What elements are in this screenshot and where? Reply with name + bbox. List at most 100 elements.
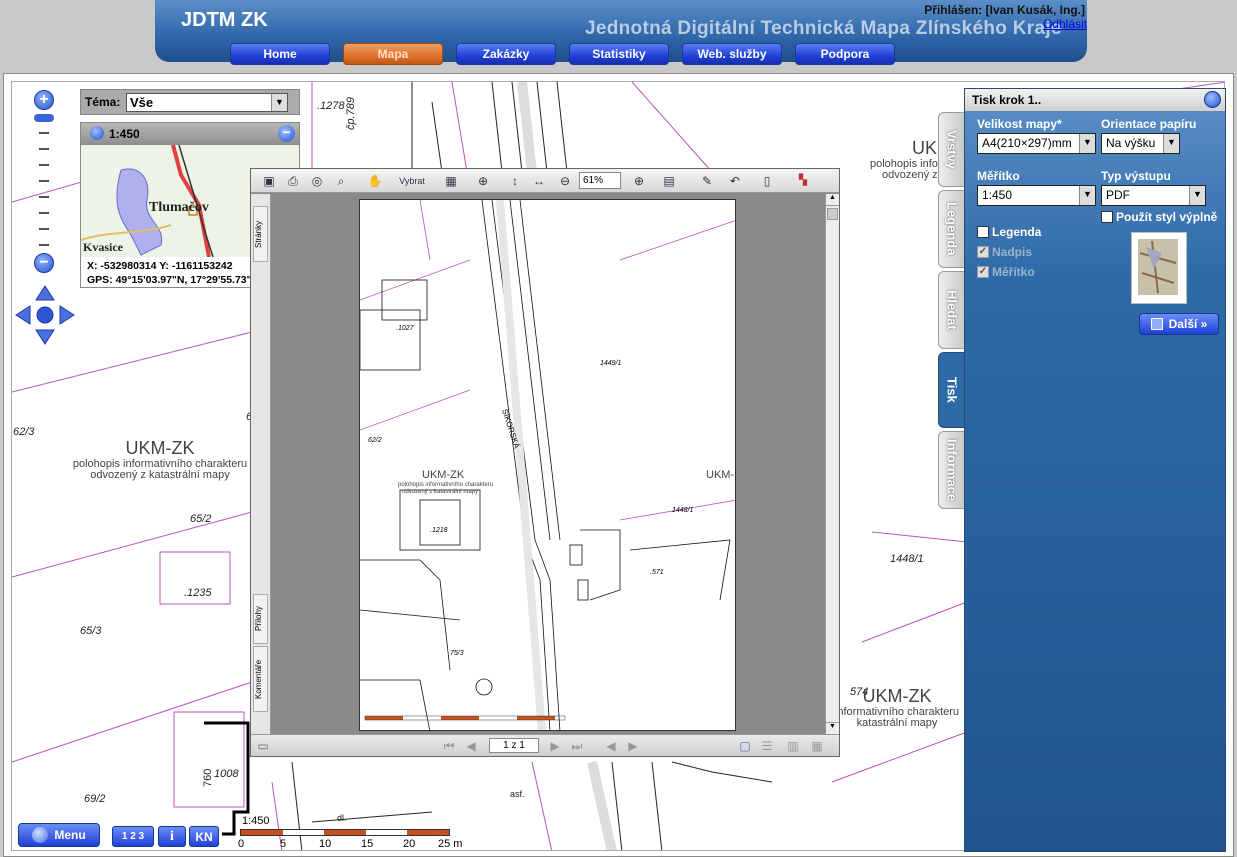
nav-zakazky-button[interactable]: Zakázky [456, 43, 556, 65]
email-icon[interactable]: ◎ [309, 173, 325, 189]
comment-icon[interactable]: ▯ [759, 173, 775, 189]
pdf-zoom-field[interactable]: 61% [579, 172, 621, 189]
legend-checkbox[interactable]: Legenda [977, 225, 1041, 239]
zoom-tick[interactable] [39, 228, 49, 230]
chevron-down-icon[interactable]: ▼ [1189, 186, 1205, 205]
chevron-down-icon[interactable]: ▼ [1079, 134, 1095, 153]
last-page-icon[interactable]: ⏭ [569, 738, 585, 754]
chevron-down-icon[interactable]: ▼ [1079, 186, 1095, 205]
zoom-tick[interactable] [39, 180, 49, 182]
ukm-label-right: UKM-ZK informativního charakteru katastr… [834, 686, 960, 729]
pdf-page-field[interactable]: 1 z 1 [489, 738, 539, 753]
prev-page-icon[interactable]: ◀ [463, 738, 479, 754]
two-page-continuous-icon[interactable]: ▦ [809, 738, 825, 754]
title-checkbox[interactable]: ✓ Nadpis [977, 245, 1032, 259]
nav-podpora-button[interactable]: Podpora [795, 43, 895, 65]
print-panel: Tisk krok 1.. Velikost mapy* A4(210×297)… [964, 88, 1226, 852]
pdf-page[interactable]: SÍKORSKÁ 1449/1 1448/1 .571 .1027 .1218 … [359, 199, 736, 731]
scroll-up-icon[interactable]: ▲ [826, 194, 839, 206]
two-page-icon[interactable]: ▥ [785, 738, 801, 754]
layer-order-button[interactable]: 1 2 3 [112, 826, 154, 847]
info-button[interactable]: i [158, 826, 186, 847]
pan-left-icon[interactable] [15, 305, 31, 325]
tab-hledat[interactable]: Hledat [938, 271, 965, 349]
chevron-down-icon[interactable]: ▼ [271, 94, 287, 111]
pdf-attachments-tab[interactable]: Přílohy [253, 594, 268, 644]
zoom-tick[interactable] [39, 196, 49, 198]
zoom-tick[interactable] [39, 164, 49, 166]
checkbox-box[interactable]: ✓ [977, 246, 989, 258]
pan-control[interactable] [14, 284, 76, 346]
next-icon [1150, 318, 1163, 330]
chevron-down-icon[interactable]: ▼ [1163, 134, 1179, 153]
pdf-comments-tab[interactable]: Komentáře [253, 646, 268, 712]
nav-webservices-button[interactable]: Web. služby [682, 43, 782, 65]
logout-link[interactable]: Odhlásit [1043, 17, 1087, 31]
checkbox-box[interactable]: ✓ [977, 266, 989, 278]
nav-mapa-button[interactable]: Mapa [343, 43, 443, 65]
pdf-pages-tab[interactable]: Stránky [253, 206, 268, 262]
checkbox-box[interactable] [977, 226, 989, 238]
panel-toggle-icon[interactable] [1204, 91, 1221, 108]
zoom-tick[interactable] [39, 132, 49, 134]
back-icon[interactable]: ◀ [603, 738, 619, 754]
collapse-icon[interactable]: − [278, 125, 295, 142]
continuous-icon[interactable]: ☰ [759, 738, 775, 754]
menu-button[interactable]: Menu [18, 823, 100, 847]
snapshot-icon[interactable]: ▦ [443, 173, 459, 189]
pdf-viewer[interactable]: ▣ ⎙ ◎ ⌕ ✋ Vybrat ▦ ⊕ ↕ ↔ ⊖ 61% ⊕ ▤ ✎ ↶ ▯… [250, 168, 840, 757]
options-icon[interactable]: ▭ [255, 738, 271, 754]
tab-tisk[interactable]: Tisk [938, 352, 965, 428]
pan-up-icon[interactable] [35, 285, 55, 301]
fill-style-checkbox[interactable]: Použít styl výplně [1101, 210, 1217, 224]
single-page-icon[interactable]: ▢ [737, 738, 753, 754]
tab-informace[interactable]: Informace [938, 431, 965, 509]
pan-center-icon[interactable] [36, 306, 54, 324]
theme-select[interactable]: Vše ▼ [126, 93, 288, 112]
map-size-select[interactable]: A4(210×297)mm ▼ [977, 133, 1096, 154]
print-icon[interactable]: ⎙ [285, 173, 301, 189]
fit-width-icon[interactable]: ↔ [531, 173, 547, 189]
nav-home-button[interactable]: Home [230, 43, 330, 65]
orientation-select[interactable]: Na výšku ▼ [1101, 133, 1180, 154]
pan-down-icon[interactable] [35, 329, 55, 345]
scale-checkbox[interactable]: ✓ Měřítko [977, 265, 1035, 279]
zoom-in-icon[interactable]: ⊕ [631, 173, 647, 189]
pan-right-icon[interactable] [59, 305, 75, 325]
zoom-out-button[interactable]: − [34, 253, 54, 273]
sign-icon[interactable]: ✎ [699, 173, 715, 189]
surface-label: asf. [510, 789, 525, 799]
first-page-icon[interactable]: ⏮ [441, 738, 457, 754]
zoom-tool-icon[interactable]: ⊕ [475, 173, 491, 189]
zoom-in-button[interactable]: + [34, 90, 54, 110]
zoom-out-icon[interactable]: ⊖ [557, 173, 573, 189]
undo-icon[interactable]: ↶ [727, 173, 743, 189]
zoom-tick[interactable] [39, 148, 49, 150]
coordinates-readout: X: -532980314 Y: -1161153242 GPS: 49°15'… [87, 259, 252, 287]
next-page-icon[interactable]: ▶ [547, 738, 563, 754]
scale-select[interactable]: 1:450 ▼ [977, 185, 1096, 206]
next-label: Další » [1168, 317, 1208, 331]
kn-button[interactable]: KN [189, 826, 219, 847]
zoom-tick[interactable] [39, 244, 49, 246]
output-type-select[interactable]: PDF ▼ [1101, 185, 1206, 206]
next-button[interactable]: Další » [1139, 313, 1219, 335]
pdf-vertical-scrollbar[interactable]: ▲ ▼ [825, 194, 839, 734]
adobe-icon[interactable]: ▚ [789, 173, 817, 189]
nav-statistiky-button[interactable]: Statistiky [569, 43, 669, 65]
tab-legenda[interactable]: Legenda [938, 190, 965, 268]
zoom-slider-thumb[interactable] [34, 114, 54, 122]
fit-page-icon[interactable]: ↕ [507, 173, 523, 189]
select-tool-button[interactable]: Vybrat [389, 173, 435, 189]
scroll-thumb[interactable] [827, 208, 838, 220]
hand-tool-icon[interactable]: ✋ [367, 173, 383, 189]
forward-icon[interactable]: ▶ [625, 738, 641, 754]
find-icon[interactable]: ⌕ [333, 173, 349, 189]
page-display-icon[interactable]: ▤ [661, 173, 677, 189]
zoom-tick[interactable] [39, 212, 49, 214]
save-icon[interactable]: ▣ [261, 173, 277, 189]
scroll-down-icon[interactable]: ▼ [826, 722, 839, 734]
overview-header: 1:450 − [81, 123, 299, 145]
checkbox-box[interactable] [1101, 211, 1113, 223]
tab-vrstvy[interactable]: Vrstvy [938, 112, 965, 187]
